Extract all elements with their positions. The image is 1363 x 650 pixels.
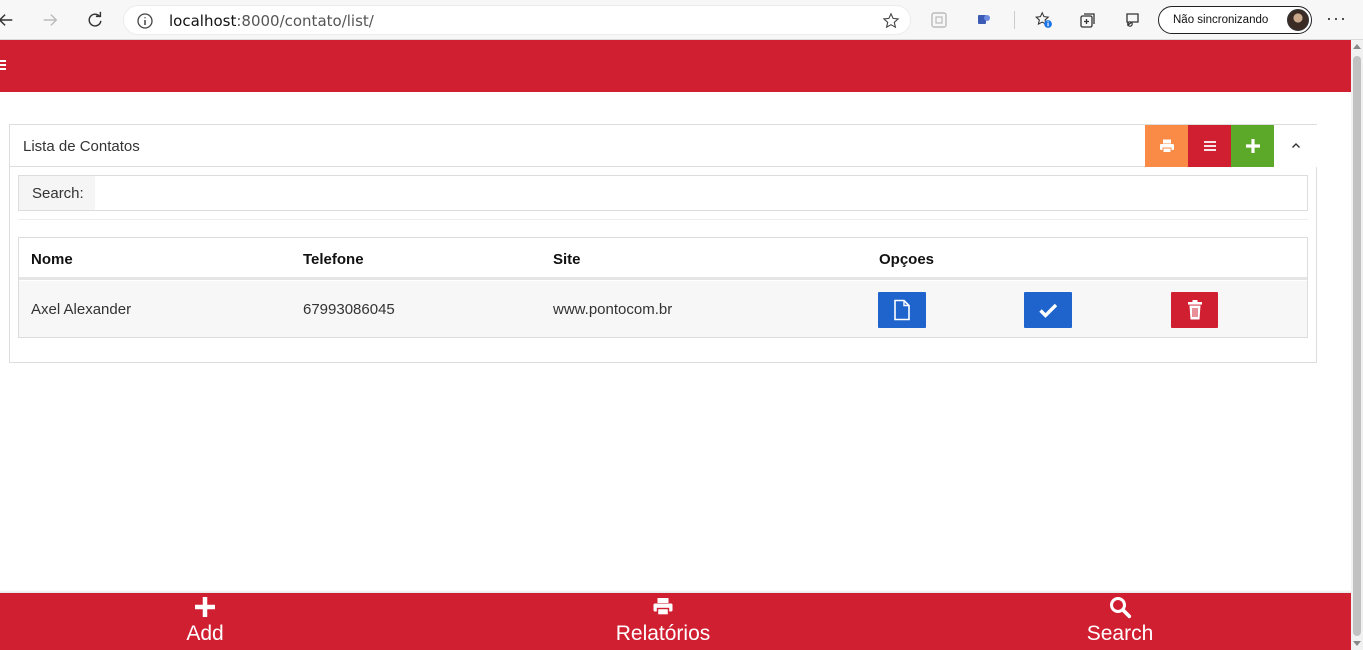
table-header: Nome Telefone Site Opçoes [19, 238, 1307, 280]
collections-icon [1080, 13, 1095, 28]
nav-reports-label: Relatórios [615, 622, 711, 645]
cell-site: www.pontocom.br [553, 301, 673, 318]
search-label: Search: [19, 176, 95, 210]
forward-arrow-icon [43, 14, 58, 26]
panel-title: Lista de Contatos [23, 138, 140, 155]
favorites-button[interactable] [1034, 10, 1054, 30]
add-contact-button[interactable] [1231, 125, 1274, 167]
printer-icon [653, 598, 673, 616]
app-header [0, 40, 1351, 92]
url-host: localhost [169, 12, 237, 30]
extension-shield-icon [978, 15, 990, 24]
toolbar-separator [1014, 11, 1015, 29]
extension-button-1[interactable] [929, 10, 949, 30]
document-icon [894, 299, 910, 321]
chevron-up-icon [1291, 143, 1300, 148]
address-bar[interactable]: localhost:8000/contato/list/ [123, 5, 911, 35]
collections-button[interactable] [1078, 10, 1098, 30]
url-path: :8000/contato/list/ [236, 12, 374, 30]
print-button[interactable] [1145, 125, 1188, 167]
page-scrollbar[interactable] [1351, 40, 1363, 650]
cell-nome: Axel Alexander [31, 301, 132, 318]
feedback-icon [1126, 13, 1139, 27]
more-options-icon[interactable]: ··· [1326, 8, 1347, 29]
sync-status-label: Não sincronizando [1173, 14, 1269, 26]
browser-toolbar: localhost:8000/contato/list/ Não sincron… [0, 0, 1363, 40]
refresh-button[interactable] [81, 6, 109, 34]
trash-icon [1187, 300, 1202, 320]
favorites-star-icon [1035, 11, 1052, 28]
column-header-telefone[interactable]: Telefone [303, 251, 364, 268]
plus-icon [1245, 139, 1260, 153]
extension-button-2[interactable] [974, 10, 994, 30]
scrollbar-thumb[interactable] [1353, 56, 1361, 636]
scroll-up-arrow-icon[interactable] [1353, 44, 1361, 49]
contacts-table: Nome Telefone Site Opçoes Axel Alexander… [18, 237, 1308, 338]
scroll-down-arrow-icon[interactable] [1353, 641, 1361, 646]
plus-icon [195, 597, 215, 617]
nav-add-button[interactable]: Add [155, 593, 255, 650]
delete-contact-button[interactable] [1171, 292, 1218, 328]
table-row: Axel Alexander 67993086045 www.pontocom.… [19, 281, 1307, 337]
nav-reports-button[interactable]: Relatórios [593, 593, 733, 650]
view-contact-button[interactable] [878, 292, 926, 328]
hamburger-menu-icon[interactable] [0, 60, 6, 70]
info-icon[interactable] [136, 12, 154, 30]
search-icon [1110, 597, 1132, 619]
printer-icon [1159, 139, 1174, 153]
bottom-navigation: Add Relatórios Search [0, 593, 1351, 650]
contacts-panel: Lista de Contatos Search: Nome Telefone … [9, 124, 1317, 363]
nav-add-label: Add [186, 622, 224, 645]
cell-telefone: 67993086045 [303, 301, 395, 318]
checkmark-icon [1039, 303, 1058, 318]
profile-sync-button[interactable]: Não sincronizando [1158, 6, 1312, 34]
nav-search-button[interactable]: Search [1060, 593, 1180, 650]
feedback-button[interactable] [1122, 10, 1142, 30]
edit-contact-button[interactable] [1024, 292, 1072, 328]
back-arrow-icon [0, 14, 13, 26]
nav-search-label: Search [1086, 622, 1154, 645]
panel-header: Lista de Contatos [10, 125, 1317, 167]
column-header-site[interactable]: Site [553, 251, 581, 268]
list-menu-button[interactable] [1188, 125, 1231, 167]
list-icon [1203, 141, 1216, 151]
avatar [1287, 9, 1309, 31]
url-text: localhost:8000/contato/list/ [169, 12, 374, 30]
search-bar: Search: [18, 175, 1308, 211]
favorite-star-icon[interactable] [882, 12, 900, 30]
search-input[interactable] [95, 176, 1307, 210]
collapse-button[interactable] [1274, 125, 1317, 167]
column-header-opcoes: Opçoes [879, 251, 935, 268]
forward-button[interactable] [36, 6, 64, 34]
back-button[interactable] [0, 6, 20, 34]
refresh-icon [88, 11, 102, 27]
extension-grid-icon [931, 12, 947, 28]
column-header-nome[interactable]: Nome [31, 251, 73, 268]
divider [18, 219, 1308, 220]
